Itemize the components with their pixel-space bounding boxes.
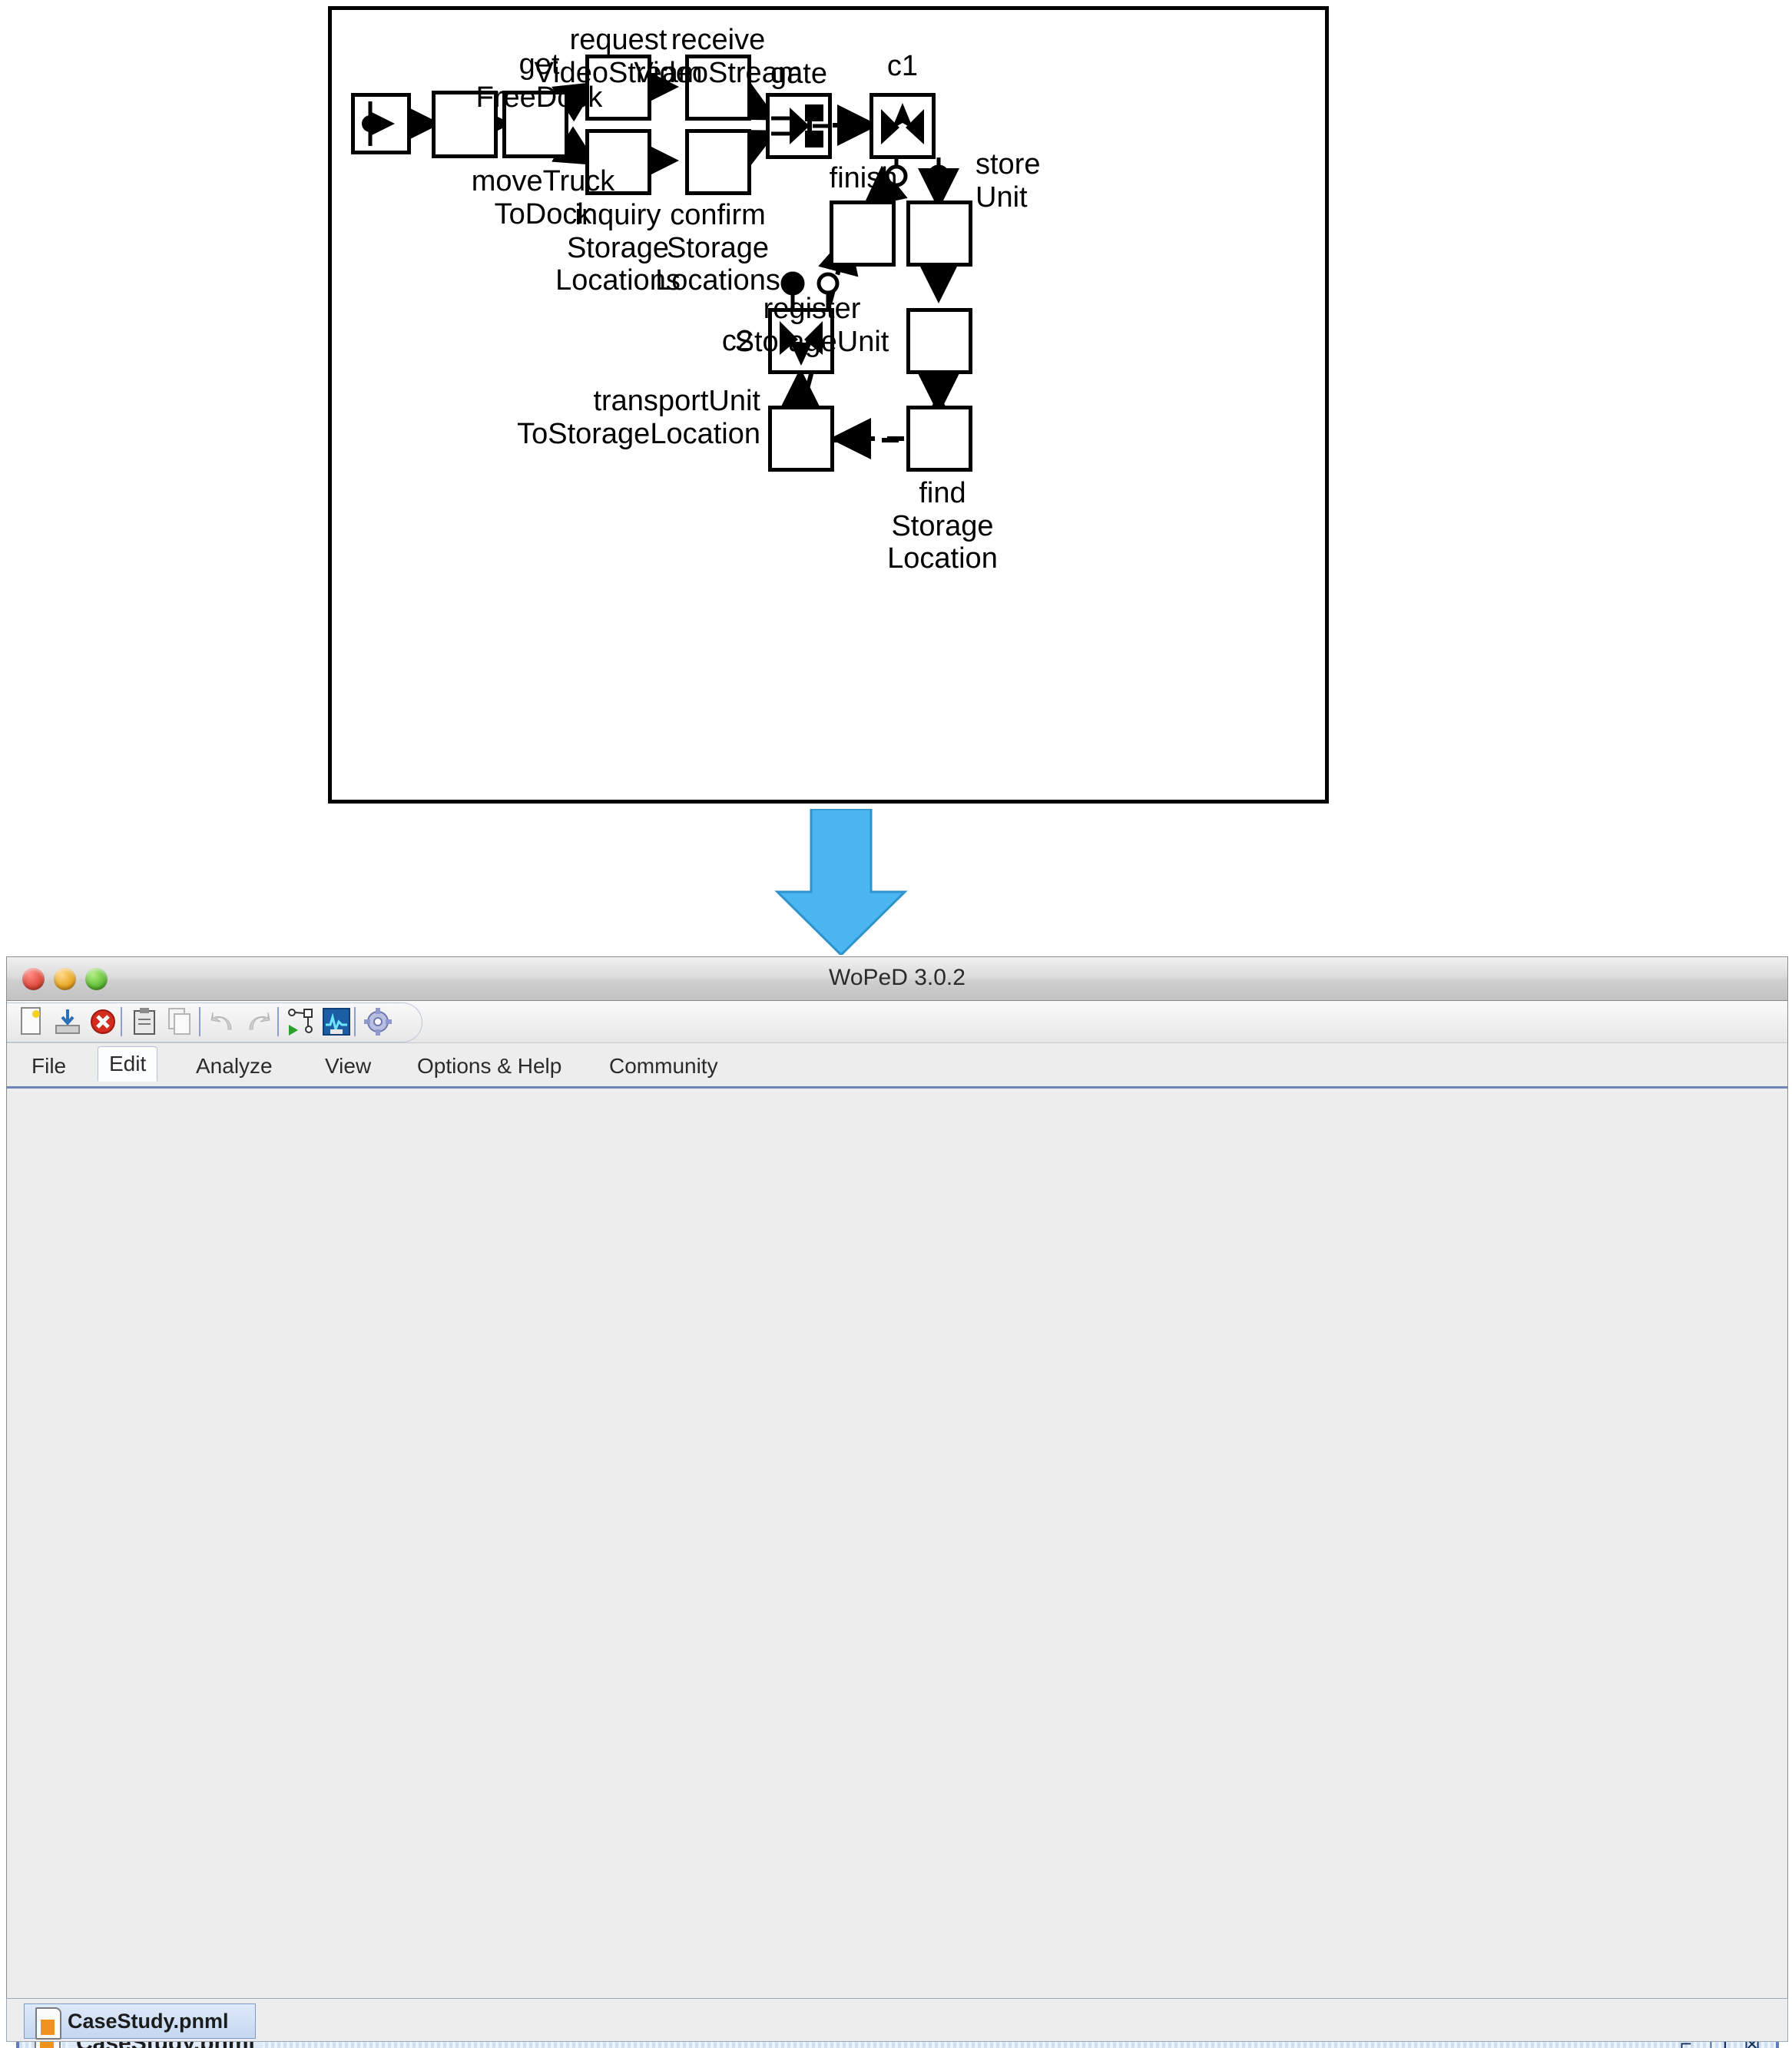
menu-edit[interactable]: Edit: [98, 1046, 158, 1082]
window-title: WoPeD 3.0.2: [829, 965, 966, 990]
and-join-operator-icon: [771, 104, 828, 147]
operator-gate: [766, 93, 832, 159]
menu-options-help[interactable]: Options & Help: [406, 1049, 572, 1083]
operator-c1: [870, 93, 936, 159]
diagram-label: c1: [886, 50, 919, 82]
transition-find-storage-location: [906, 406, 972, 472]
redo-icon[interactable]: [242, 1005, 274, 1039]
copy-icon[interactable]: [164, 1005, 196, 1039]
diagram-label: store Unit: [975, 148, 1041, 214]
menu-bar: File Edit Analyze View Options & Help Co…: [7, 1043, 1787, 1089]
menu-file[interactable]: File: [21, 1049, 77, 1083]
bpmn-workflow-diagram: get FreeDock request VideoStream receive…: [328, 6, 1329, 804]
new-document-icon[interactable]: [16, 1005, 48, 1039]
undo-icon[interactable]: [207, 1005, 239, 1039]
menu-analyze[interactable]: Analyze: [185, 1049, 283, 1083]
transition-store-unit: [906, 200, 972, 267]
diagram-label: confirm Storage Locations: [655, 199, 780, 297]
start-glyph-icon: [362, 101, 395, 146]
main-toolbar: [7, 1001, 1787, 1043]
menu-view[interactable]: View: [314, 1049, 382, 1083]
screenshot-root: get FreeDock request VideoStream receive…: [0, 0, 1792, 2048]
diagram-label: transportUnit ToStorageLocation: [517, 385, 760, 450]
taskbar-item-label: CaseStudy.pnml: [68, 2009, 229, 2033]
woped-application-window: WoPeD 3.0.2 File Edit Analyze View Optio…: [6, 956, 1788, 2048]
blue-down-arrow-icon: [768, 807, 914, 957]
diagram-label: find Storage Location: [887, 477, 998, 575]
semantical-analysis-icon[interactable]: [320, 1005, 353, 1039]
pnml-file-icon: [35, 2007, 61, 2040]
settings-icon[interactable]: [362, 1005, 394, 1039]
diagram-label: gate: [770, 58, 827, 90]
start-node: [351, 93, 411, 154]
transition-finish: [830, 200, 896, 267]
diagram-label: c2: [721, 325, 754, 357]
xor-split-operator-icon: [881, 103, 924, 144]
paste-icon[interactable]: [128, 1005, 161, 1039]
token-game-icon[interactable]: [285, 1005, 317, 1039]
window-taskbar: CaseStudy.pnml: [6, 1998, 1788, 2042]
taskbar-item-casestudy[interactable]: CaseStudy.pnml: [24, 2003, 256, 2040]
transition-confirm-storage-locations: [685, 129, 751, 195]
menu-community[interactable]: Community: [598, 1049, 729, 1083]
close-document-icon[interactable]: [87, 1005, 119, 1039]
transition-transport-unit-to-storage-location: [768, 406, 834, 472]
transition-register-storage-unit: [906, 308, 972, 374]
open-document-icon[interactable]: [51, 1005, 84, 1039]
window-titlebar: WoPeD 3.0.2: [7, 957, 1787, 1001]
diagram-label: finish: [829, 162, 898, 194]
